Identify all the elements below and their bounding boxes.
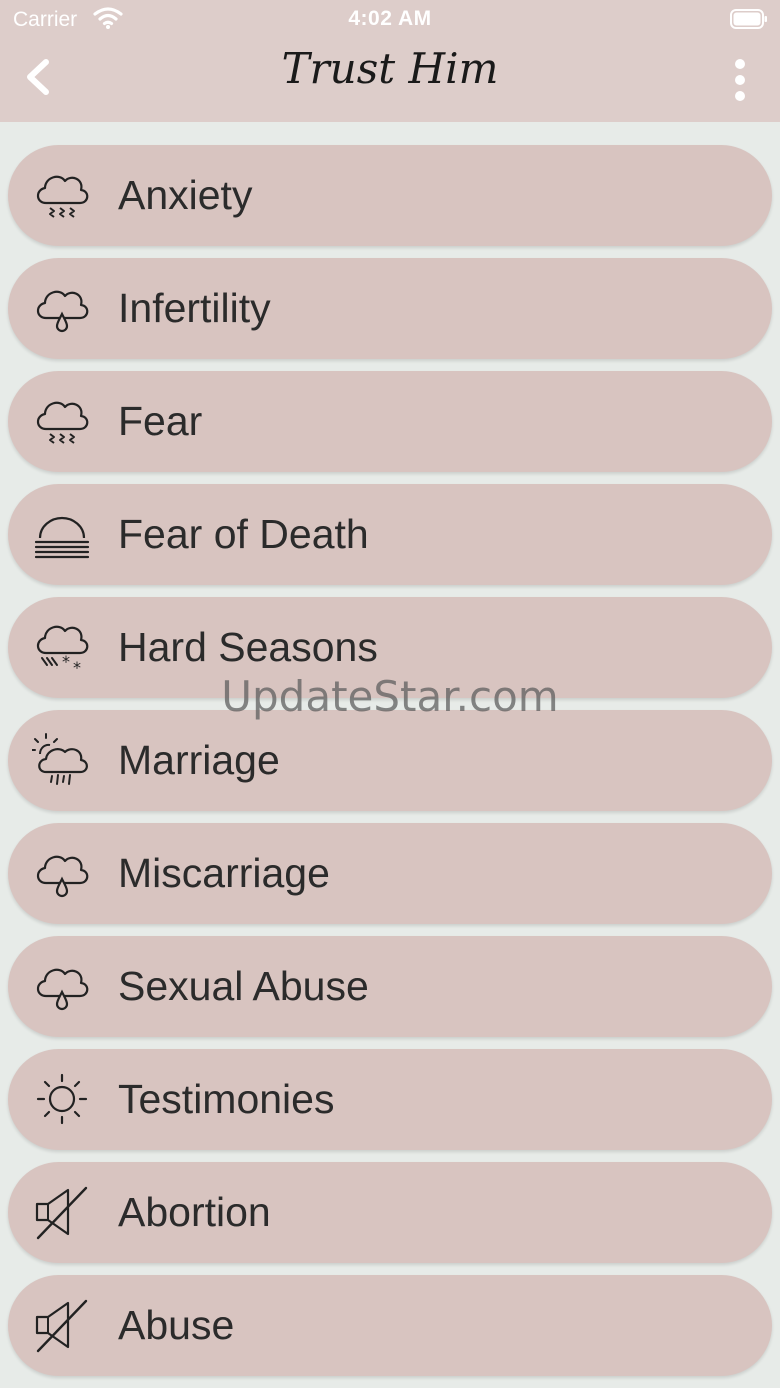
svg-text:*: *	[73, 658, 81, 677]
list-item-fear[interactable]: Fear	[8, 371, 772, 472]
battery-icon	[730, 9, 767, 29]
list-item-label: Hard Seasons	[118, 624, 378, 670]
speaker-muted-icon	[35, 1186, 88, 1240]
navigation-bar: Trust Him	[0, 40, 780, 122]
page-title: Trust Him	[281, 44, 499, 93]
list-item-miscarriage[interactable]: Miscarriage	[8, 823, 772, 924]
cloud-snow-icon: * *	[36, 625, 89, 677]
cloud-drop-icon	[36, 855, 89, 898]
sun-icon	[36, 1073, 88, 1125]
list-item-fear-of-death[interactable]: Fear of Death	[8, 484, 772, 585]
list-item-sexual-abuse[interactable]: Sexual Abuse	[8, 936, 772, 1037]
list-item-infertility[interactable]: Infertility	[8, 258, 772, 359]
list-item-hard-seasons[interactable]: * * Hard Seasons	[8, 597, 772, 698]
list-item-abortion[interactable]: Abortion	[8, 1162, 772, 1263]
cloud-drop-icon	[36, 290, 89, 333]
list-item-label: Infertility	[118, 285, 271, 331]
sun-cloud-rain-icon	[32, 733, 88, 785]
topic-list: Anxiety Infertility Fear Fear of Death *…	[8, 145, 772, 1388]
cloud-rain-icon	[36, 175, 89, 218]
list-item-marriage[interactable]: Marriage	[8, 710, 772, 811]
cloud-drop-icon	[36, 968, 89, 1011]
fog-icon	[34, 516, 90, 559]
cloud-rain-icon	[36, 401, 89, 444]
more-vertical-icon[interactable]	[726, 56, 754, 104]
list-item-label: Fear	[118, 398, 203, 444]
list-item-label: Fear of Death	[118, 511, 369, 557]
status-bar: Carrier 4:02 AM	[0, 0, 780, 40]
list-item-label: Abortion	[118, 1189, 271, 1235]
list-item-testimonies[interactable]: Testimonies	[8, 1049, 772, 1150]
status-time: 4:02 AM	[348, 7, 432, 30]
list-item-abuse[interactable]: Abuse	[8, 1275, 772, 1376]
list-item-anxiety[interactable]: Anxiety	[8, 145, 772, 246]
speaker-muted-icon	[35, 1299, 88, 1353]
list-item-label: Testimonies	[118, 1076, 335, 1122]
list-item-label: Abuse	[118, 1302, 235, 1348]
list-item-label: Marriage	[118, 737, 280, 783]
list-item-label: Sexual Abuse	[118, 963, 369, 1009]
list-item-label: Anxiety	[118, 172, 253, 218]
svg-text:*: *	[62, 652, 70, 671]
list-item-label: Miscarriage	[118, 850, 330, 896]
